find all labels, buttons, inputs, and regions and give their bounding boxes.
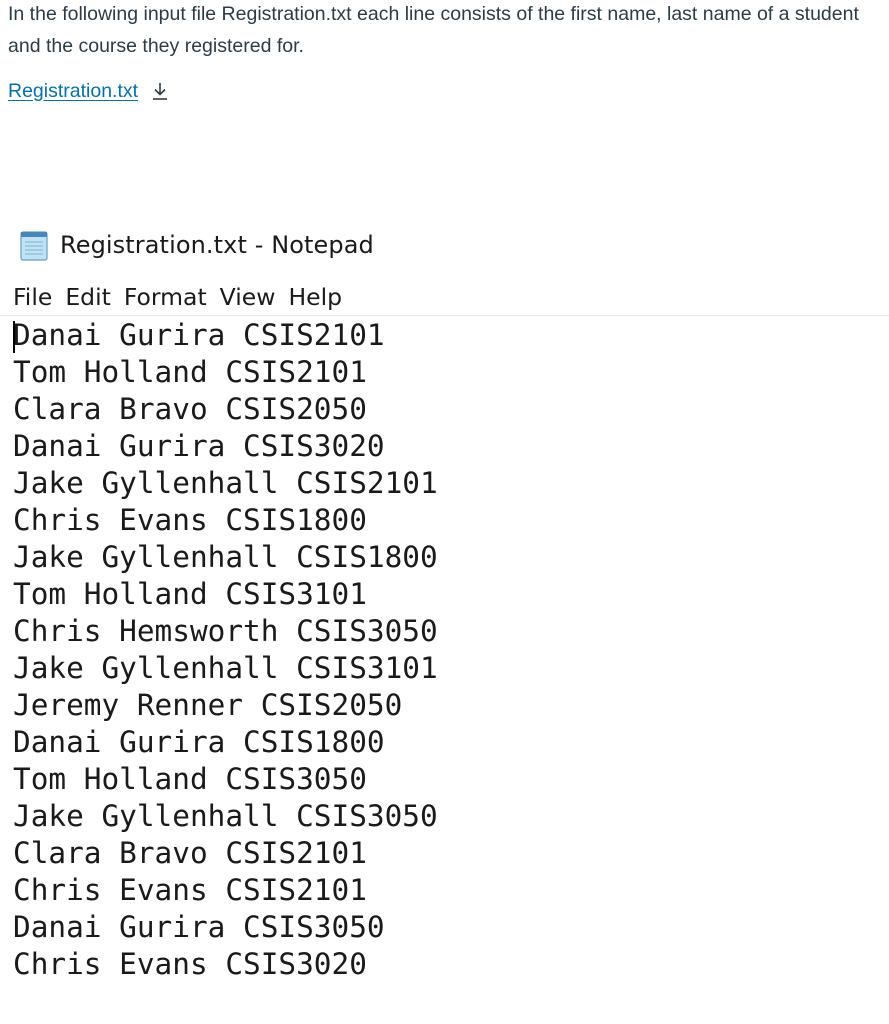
notepad-titlebar: Registration.txt - Notepad xyxy=(18,225,374,265)
notepad-text-area[interactable]: Danai Gurira CSIS2101 Tom Holland CSIS21… xyxy=(13,317,883,997)
registration-file-link[interactable]: Registration.txt xyxy=(8,80,138,103)
text-line: Clara Bravo CSIS2101 xyxy=(13,836,367,870)
text-line: Danai Gurira CSIS2101 xyxy=(13,318,385,352)
text-line: Jeremy Renner CSIS2050 xyxy=(13,688,403,722)
text-line: Danai Gurira CSIS3050 xyxy=(13,910,385,944)
instructions-paragraph: In the following input file Registration… xyxy=(8,3,859,57)
text-caret xyxy=(13,321,15,353)
text-line: Jake Gyllenhall CSIS3101 xyxy=(13,651,438,685)
text-line: Tom Holland CSIS2101 xyxy=(13,355,367,389)
file-attachment: Registration.txt xyxy=(8,75,170,107)
menu-format[interactable]: Format xyxy=(124,283,207,311)
menu-file[interactable]: File xyxy=(13,283,52,311)
notepad-menubar: File Edit Format View Help xyxy=(13,280,355,314)
text-line: Chris Evans CSIS3020 xyxy=(13,947,367,981)
text-line: Jake Gyllenhall CSIS2101 xyxy=(13,466,438,500)
menu-view[interactable]: View xyxy=(220,283,276,311)
notepad-title: Registration.txt - Notepad xyxy=(60,231,374,259)
menu-help[interactable]: Help xyxy=(288,283,342,311)
text-line: Tom Holland CSIS3050 xyxy=(13,762,367,796)
text-line: Tom Holland CSIS3101 xyxy=(13,577,367,611)
text-line: Chris Evans CSIS1800 xyxy=(13,503,367,537)
download-icon[interactable] xyxy=(150,80,170,102)
text-line: Jake Gyllenhall CSIS1800 xyxy=(13,540,438,574)
notepad-icon xyxy=(20,231,48,261)
text-line: Jake Gyllenhall CSIS3050 xyxy=(13,799,438,833)
menu-edit[interactable]: Edit xyxy=(65,283,111,311)
text-line: Danai Gurira CSIS1800 xyxy=(13,725,385,759)
menubar-divider xyxy=(0,315,889,316)
notepad-screenshot: Registration.txt - Notepad File Edit For… xyxy=(0,222,889,1012)
text-line: Chris Evans CSIS2101 xyxy=(13,873,367,907)
text-line: Danai Gurira CSIS3020 xyxy=(13,429,385,463)
text-line: Clara Bravo CSIS2050 xyxy=(13,392,367,426)
text-line: Chris Hemsworth CSIS3050 xyxy=(13,614,438,648)
